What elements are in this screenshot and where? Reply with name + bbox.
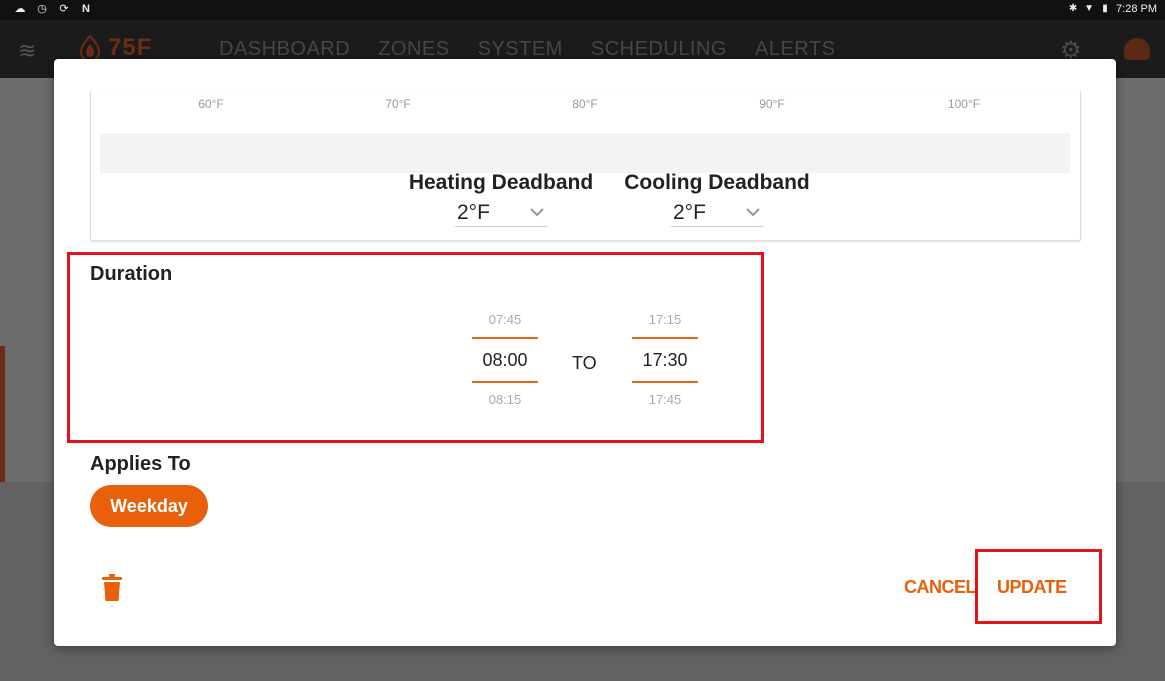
app-logo: 75F — [78, 34, 152, 62]
battery-icon: ▮ — [1102, 3, 1108, 14]
heating-deadband-select[interactable]: 2°F — [455, 199, 547, 227]
cooling-deadband-label: Cooling Deadband — [624, 171, 810, 194]
temp-tick-100: 100°F — [947, 97, 981, 111]
n-icon: N — [82, 3, 90, 15]
temperature-scale: 60°F 70°F 80°F 90°F 100°F — [91, 97, 1080, 117]
clock-icon: ◷ — [37, 3, 47, 15]
cloud-icon: ☁ — [14, 3, 26, 15]
bluetooth-icon: ✱ — [1068, 3, 1078, 14]
cooling-deadband: Cooling Deadband 2°F — [617, 171, 817, 227]
nav-system[interactable]: SYSTEM — [478, 38, 563, 61]
main-nav: DASHBOARD ZONES SYSTEM SCHEDULING ALERTS — [219, 38, 835, 61]
heating-deadband-label: Heating Deadband — [408, 171, 594, 194]
deadband-card: 60°F 70°F 80°F 90°F 100°F Heating Deadba… — [90, 91, 1081, 241]
duration-highlight-box — [67, 252, 764, 443]
cooling-deadband-value: 2°F — [673, 201, 706, 224]
status-bar: ☁ ◷ ⟳ N ✱ ▼ ▮ 7:28 PM — [0, 0, 1165, 20]
status-left-icons: ☁ ◷ ⟳ N — [14, 3, 92, 15]
chevron-down-icon — [530, 208, 544, 217]
nav-scheduling[interactable]: SCHEDULING — [591, 38, 727, 61]
cancel-button[interactable]: CANCEL — [904, 577, 977, 598]
nav-dashboard[interactable]: DASHBOARD — [219, 38, 350, 61]
temp-tick-90: 90°F — [759, 97, 785, 111]
heating-deadband-value: 2°F — [457, 201, 490, 224]
weekday-chip[interactable]: Weekday — [90, 485, 208, 527]
temp-tick-80: 80°F — [572, 97, 598, 111]
nav-zones[interactable]: ZONES — [378, 38, 449, 61]
gauge-icon[interactable] — [1124, 38, 1150, 60]
update-highlight-box — [975, 549, 1102, 624]
logo-flame-icon — [79, 35, 101, 61]
temperature-range-band — [100, 133, 1070, 173]
temp-tick-60: 60°F — [198, 97, 224, 111]
status-time: 7:28 PM — [1116, 3, 1157, 15]
background-accent-bar — [0, 346, 5, 482]
wifi-icon: ▼ — [1084, 3, 1094, 14]
cooling-deadband-select[interactable]: 2°F — [671, 199, 763, 227]
nav-alerts[interactable]: ALERTS — [755, 38, 835, 61]
trash-icon[interactable] — [100, 573, 124, 603]
status-right-icons: ✱ ▼ ▮ 7:28 PM — [1068, 3, 1157, 15]
applies-to-title: Applies To — [90, 453, 191, 475]
layers-icon[interactable]: ≋ — [18, 38, 36, 64]
logo-text: 75F — [108, 34, 153, 61]
chevron-down-icon — [746, 208, 760, 217]
heating-deadband: Heating Deadband 2°F — [401, 171, 601, 227]
sync-icon: ⟳ — [59, 3, 69, 15]
temp-tick-70: 70°F — [385, 97, 411, 111]
